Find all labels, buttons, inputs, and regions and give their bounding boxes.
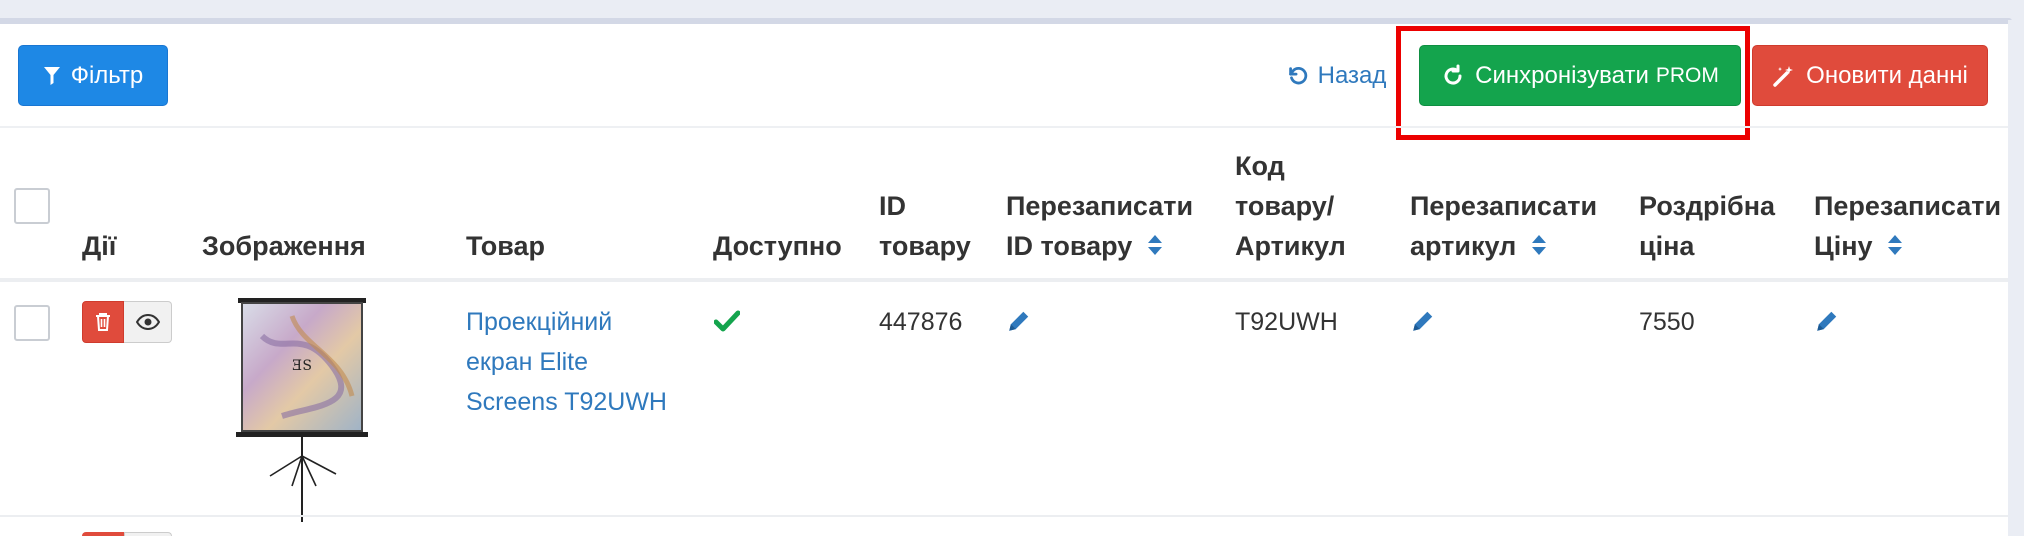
- header-code-line3: Артикул: [1235, 231, 1346, 261]
- sort-icon[interactable]: [1886, 233, 1904, 257]
- sort-icon[interactable]: [1146, 233, 1164, 257]
- filter-button-label: Фільтр: [70, 61, 144, 89]
- row-actions: [82, 301, 172, 343]
- header-overwrite-sku-line1: Перезаписати: [1410, 191, 1598, 221]
- sync-button-highlight-box: [1396, 26, 1750, 140]
- header-overwrite-price-line2: Ціну: [1814, 231, 1873, 261]
- product-name-line2[interactable]: екран Elite: [466, 342, 588, 382]
- back-button-label: Назад: [1317, 61, 1387, 89]
- update-data-button[interactable]: Оновити данні: [1752, 45, 1988, 106]
- pencil-icon[interactable]: [1006, 308, 1032, 334]
- header-code-line2: товару/: [1235, 191, 1335, 221]
- back-button[interactable]: Назад: [1282, 45, 1390, 106]
- right-gutter: [2008, 20, 2024, 536]
- row-checkbox[interactable]: [14, 305, 50, 341]
- toolbar-divider: [0, 126, 2008, 128]
- select-all-checkbox[interactable]: [14, 188, 50, 224]
- undo-icon: [1288, 66, 1307, 84]
- header-actions: Дії: [82, 231, 117, 261]
- header-overwrite-id[interactable]: ID товару: [1006, 226, 1164, 266]
- next-row-actions[interactable]: [82, 532, 172, 536]
- products-panel: Фільтр Назад Синхронізувати PROM Оновити…: [0, 24, 2008, 536]
- header-retail-line2: ціна: [1639, 231, 1695, 261]
- delete-button[interactable]: [82, 301, 124, 343]
- filter-icon: [43, 66, 60, 85]
- header-retail-line1: Роздрібна: [1639, 191, 1776, 221]
- magic-wand-icon: [1773, 65, 1794, 87]
- product-name-line3[interactable]: Screens T92UWH: [466, 382, 667, 422]
- product-id: 447876: [879, 308, 963, 336]
- sort-icon[interactable]: [1530, 233, 1548, 257]
- check-icon: [714, 310, 740, 332]
- filter-button[interactable]: Фільтр: [18, 45, 168, 106]
- header-overwrite-id-line2: ID товару: [1006, 231, 1133, 261]
- header-overwrite-price-line1: Перезаписати: [1814, 191, 2002, 221]
- header-divider: [0, 278, 2008, 282]
- view-button[interactable]: [124, 301, 172, 343]
- pencil-icon[interactable]: [1814, 308, 1840, 334]
- pencil-icon[interactable]: [1410, 308, 1436, 334]
- header-id-line2: товару: [879, 231, 971, 261]
- header-image: Зображення: [202, 231, 366, 261]
- update-button-label: Оновити данні: [1806, 61, 1968, 89]
- header-overwrite-sku-line2: артикул: [1410, 231, 1517, 261]
- product-code: T92UWH: [1235, 308, 1338, 336]
- product-name-line1[interactable]: Проекційний: [466, 302, 612, 342]
- row-divider: [0, 515, 2008, 517]
- next-row-view-button[interactable]: [124, 532, 172, 536]
- header-overwrite-price[interactable]: Ціну: [1814, 226, 1904, 266]
- next-row-delete-button[interactable]: [82, 532, 124, 536]
- eye-icon: [135, 314, 160, 330]
- header-overwrite-id-line1: Перезаписати: [1006, 191, 1194, 221]
- header-overwrite-sku[interactable]: артикул: [1410, 226, 1548, 266]
- svg-text:ƎS: ƎS: [292, 358, 312, 374]
- trash-icon: [96, 313, 110, 331]
- retail-price: 7550: [1639, 308, 1695, 336]
- top-strip: [0, 0, 2024, 20]
- header-code-line1: Код: [1235, 151, 1285, 181]
- header-available: Доступно: [713, 231, 842, 261]
- header-product: Товар: [466, 231, 546, 261]
- header-id-line1: ID: [879, 191, 906, 221]
- product-image: ƎS: [232, 296, 372, 526]
